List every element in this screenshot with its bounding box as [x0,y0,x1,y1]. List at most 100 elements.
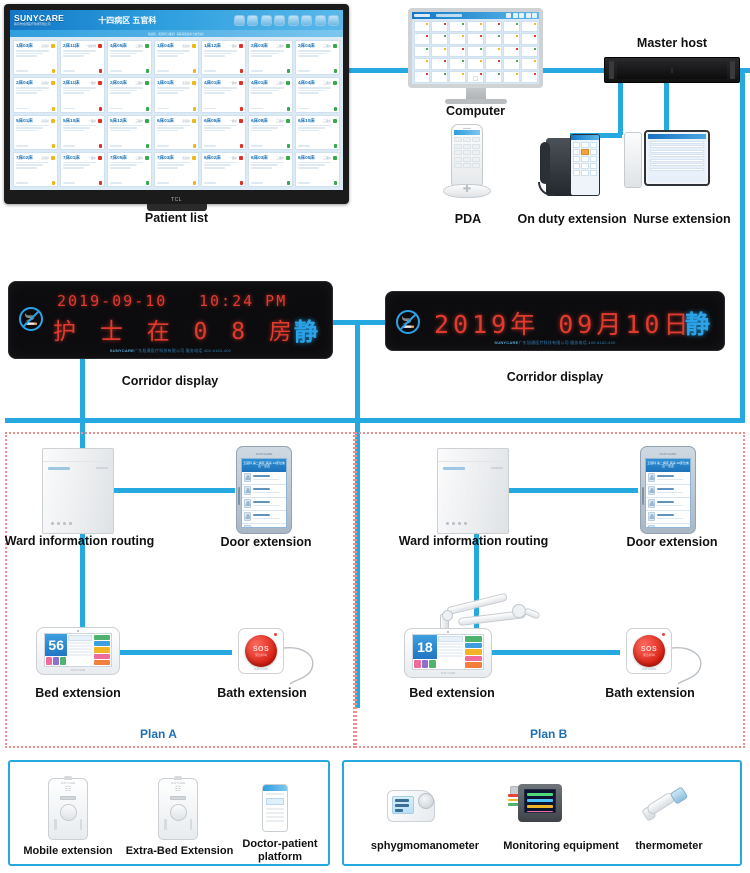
door-list-item [646,485,690,498]
patient-card-header: 1床01床 责任护 [157,80,196,86]
patient-status-badge [98,118,102,123]
sos-sublabel: 紧急呼叫 [254,652,267,657]
nurse-row [650,163,704,166]
tile[interactable] [53,657,60,665]
patient-bed-id: 4床05床 [110,43,127,48]
action-tile[interactable] [465,642,482,649]
door-item-text [657,514,688,520]
computer-card [467,58,484,70]
computer-card [502,20,520,33]
patient-card[interactable]: 6床08床 三级护 [248,114,293,150]
bed-tablet-brand: SUNYCARE [70,668,86,672]
patient-card[interactable]: 1床03床 责任护 [13,40,58,76]
tile[interactable] [60,657,67,665]
patient-card[interactable]: 2床03床 三级护 [248,40,293,76]
patient-card[interactable]: 4床01床 三级护 [248,77,293,113]
patient-avatar [244,473,251,483]
note-icon[interactable] [301,14,312,26]
user-icon[interactable] [260,14,272,26]
patient-card[interactable]: 7床02床 责任护 [13,151,58,187]
action-tile[interactable] [94,659,110,665]
handset-side-button[interactable] [189,819,192,830]
action-tile[interactable] [94,653,110,659]
handset-talk-button[interactable] [59,803,77,821]
patient-detail-line [298,127,326,129]
patient-card[interactable]: 4床04床 三级护 [295,77,340,113]
patient-footer-badge [286,143,290,148]
tile[interactable] [414,660,421,668]
patient-card[interactable]: 5床12床 三级护 [107,114,152,150]
patient-care-level: 责任护 [182,119,190,123]
patient-card-footer [63,181,102,185]
patient-card[interactable]: 1床12床 一级护 [201,40,246,76]
patient-card[interactable]: 2床04床 责任护 [13,77,58,113]
patient-card[interactable]: 6床03床 三级护 [248,151,293,187]
handset-side-button[interactable] [164,819,167,830]
patient-detail-line [16,124,50,127]
sos-button-b[interactable]: SOS 紧急呼叫 [633,635,665,667]
action-tile[interactable] [465,636,482,642]
routing-led [446,522,449,525]
handset-side-button[interactable] [79,819,82,830]
patient-card[interactable]: 6床02床 一级护 [201,151,246,187]
door-list-item [646,511,690,524]
action-tile[interactable] [94,647,110,653]
patient-card[interactable]: 1床04床 责任护 [154,40,199,76]
patient-card[interactable]: 6床05床 三级护 [295,151,340,187]
tile[interactable] [421,660,429,668]
pda-key [463,143,471,149]
tile[interactable] [429,660,436,668]
sos-pull-cord-a [283,647,314,685]
patient-detail-line [157,124,191,127]
patient-card[interactable]: 1床01床 责任护 [154,77,199,113]
handset-side-button[interactable] [54,819,57,830]
patient-card-footer [110,69,149,74]
patient-card[interactable]: 7床05床 三级护 [107,151,152,187]
patient-card[interactable]: 4床05床 三级护 [107,40,152,76]
action-tile[interactable] [465,655,482,662]
door-side-button[interactable] [642,487,644,505]
chart-icon[interactable] [314,14,326,26]
patient-card[interactable]: 2床11床 一级护 [60,77,105,113]
action-tile[interactable] [465,649,482,655]
patient-detail-line [16,55,38,57]
bed-icon[interactable] [247,14,258,26]
bath-extension-b[interactable]: SOS 紧急呼叫 SUNYCARE [626,628,672,674]
patient-card[interactable]: 2床04床 三级护 [295,40,340,76]
patient-card[interactable]: 2床02床 三级护 [107,77,152,113]
patient-card[interactable]: 6床10床 三级护 [295,114,340,150]
patient-card[interactable]: 7床03床 责任护 [154,151,199,187]
door-side-button[interactable] [238,487,240,505]
patient-detail-line [157,166,179,169]
phone-handset [540,142,550,184]
patient-card[interactable]: 4床01床 一级护 [201,77,246,113]
patient-card[interactable]: 6床01床 责任护 [154,114,199,150]
patient-bed-id: 2床03床 [251,43,268,48]
patient-footer-line [251,70,263,73]
action-tile[interactable] [94,641,110,647]
bath-extension-a[interactable]: SOS 紧急呼叫 SUNYCARE [238,628,284,674]
patient-bed-id: 2床02床 [110,80,127,86]
patient-avatar [648,525,655,527]
bell-icon[interactable] [274,14,285,26]
patient-card[interactable]: 2床11床 一级护理 [60,40,105,76]
setting-icon[interactable] [328,14,339,26]
pda-key [472,137,480,142]
sphygmomanometer-device [383,784,439,826]
handset-talk-button[interactable] [169,803,187,821]
door-item-text [253,475,284,481]
grid-icon[interactable] [233,14,245,26]
routing-led [452,522,455,525]
patient-card[interactable]: 7床01床 一级护 [60,151,105,187]
action-tile[interactable] [94,635,110,641]
bp-reading-systolic [395,799,409,802]
patient-card[interactable]: 5床10床 一级护 [60,114,105,150]
patient-card-footer [204,69,243,74]
action-tile[interactable] [465,662,482,668]
patient-card[interactable]: 6床05床 一级护 [201,114,246,150]
patient-list-toolbar[interactable] [233,14,339,26]
sos-button-a[interactable]: SOS 紧急呼叫 [245,635,277,667]
patient-card[interactable]: 5床01床 责任护 [13,114,58,150]
doc-icon[interactable] [287,14,299,26]
tile[interactable] [46,657,53,665]
